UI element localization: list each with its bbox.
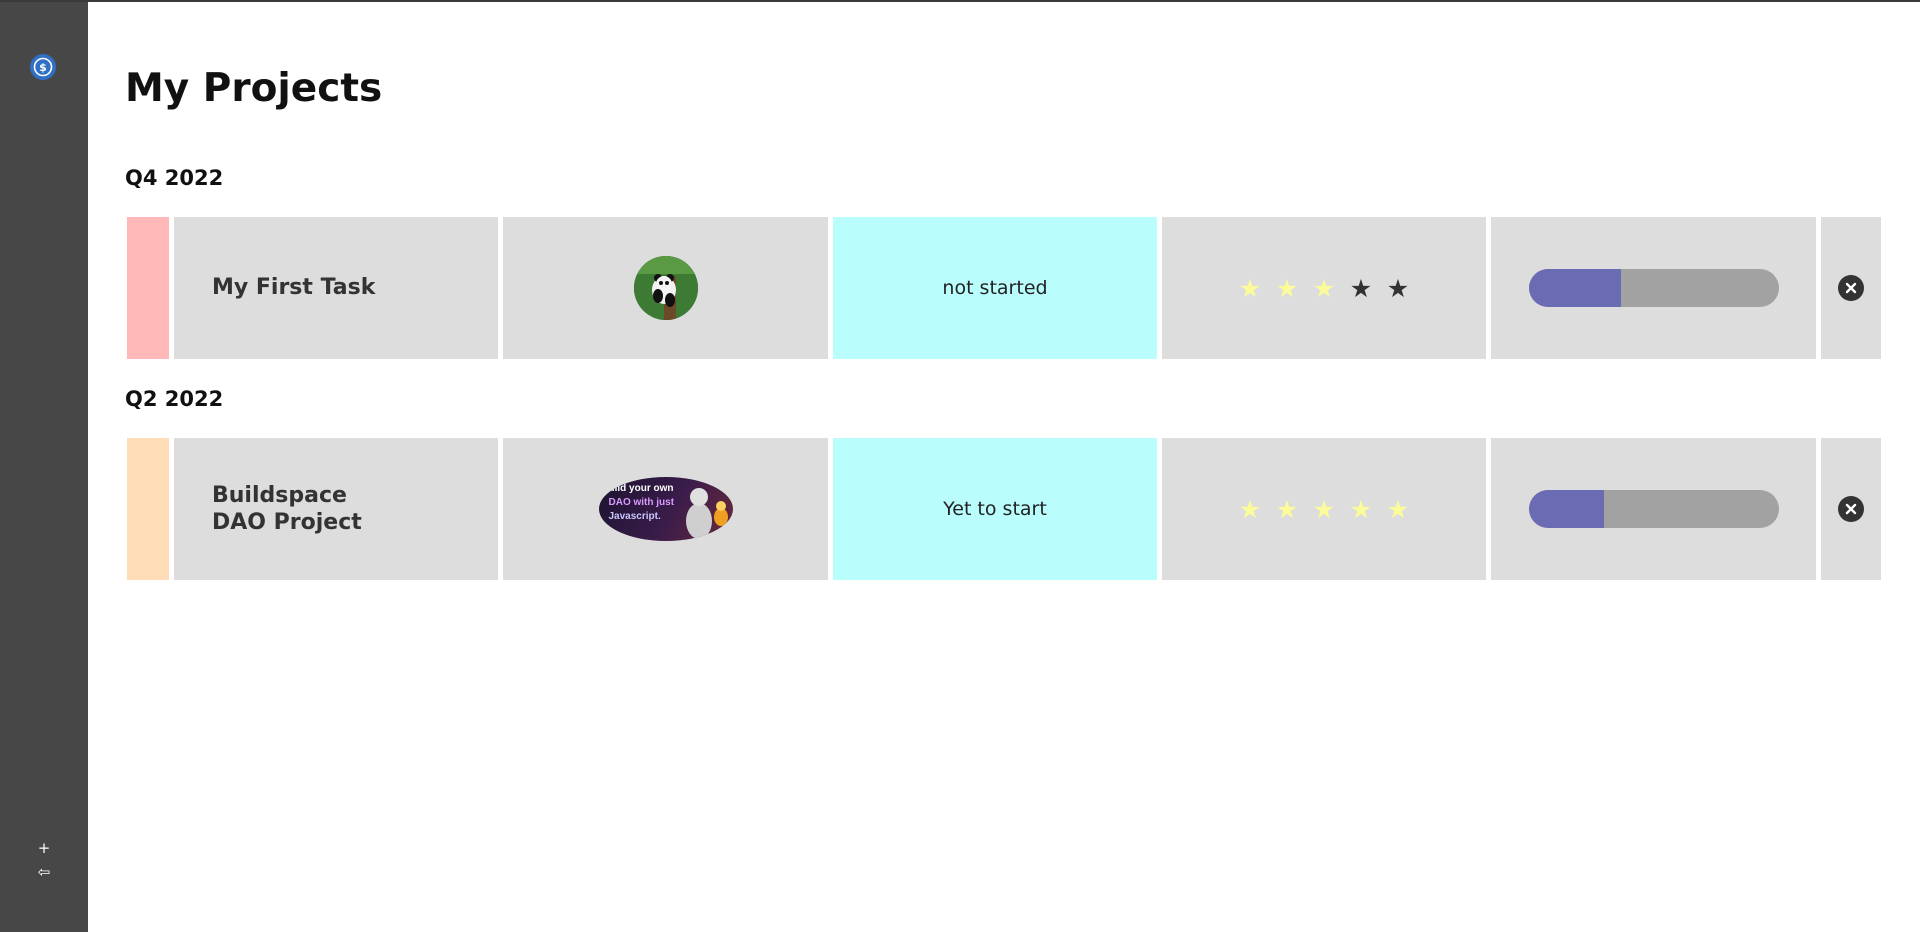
page-title: My Projects bbox=[125, 66, 383, 111]
star-filled-icon[interactable]: ★ bbox=[1350, 497, 1373, 522]
star-filled-icon[interactable]: ★ bbox=[1387, 497, 1410, 522]
progress-bar[interactable] bbox=[1528, 490, 1779, 528]
dao-mascot-illustration bbox=[685, 488, 728, 539]
progress-bar[interactable] bbox=[1528, 269, 1779, 307]
star-empty-icon[interactable]: ★ bbox=[1387, 276, 1410, 301]
project-name-cell[interactable]: My First Task bbox=[174, 217, 498, 359]
project-image bbox=[633, 256, 698, 320]
section-title: Q2 2022 bbox=[125, 387, 224, 411]
star-filled-icon[interactable]: ★ bbox=[1276, 497, 1299, 522]
plus-icon: + bbox=[37, 838, 51, 857]
arrow-left-icon: ⇦ bbox=[37, 862, 51, 881]
project-color-strip bbox=[127, 217, 169, 359]
panda-avatar bbox=[633, 256, 698, 320]
star-filled-icon[interactable]: ★ bbox=[1239, 497, 1262, 522]
project-status: not started bbox=[942, 277, 1048, 299]
close-icon bbox=[1838, 496, 1864, 522]
dao-banner-line: uild your own bbox=[608, 483, 674, 494]
svg-text:$: $ bbox=[39, 61, 47, 74]
star-empty-icon[interactable]: ★ bbox=[1350, 276, 1373, 301]
star-filled-icon[interactable]: ★ bbox=[1313, 497, 1336, 522]
star-filled-icon[interactable]: ★ bbox=[1276, 276, 1299, 301]
delete-project-button[interactable] bbox=[1821, 217, 1881, 359]
project-status-cell[interactable]: Yet to start bbox=[833, 438, 1157, 580]
star-filled-icon[interactable]: ★ bbox=[1239, 276, 1262, 301]
project-name: My First Task bbox=[212, 275, 376, 301]
main-content: My Projects Q4 2022 My First Task not st… bbox=[88, 2, 1920, 932]
project-name-cell[interactable]: Buildspace DAO Project bbox=[174, 438, 498, 580]
project-rating[interactable]: ★ ★ ★ ★ ★ bbox=[1162, 217, 1486, 359]
close-icon bbox=[1838, 275, 1864, 301]
project-image: uild your own DAO with just Javascript. bbox=[598, 477, 733, 541]
project-row: Buildspace DAO Project uild your own DAO… bbox=[127, 438, 1881, 580]
project-rating[interactable]: ★ ★ ★ ★ ★ bbox=[1162, 438, 1486, 580]
sidebar: $ + ⇦ bbox=[0, 2, 88, 932]
project-name: Buildspace DAO Project bbox=[212, 482, 362, 536]
delete-project-button[interactable] bbox=[1821, 438, 1881, 580]
project-image-cell bbox=[503, 217, 828, 359]
dollar-circle-icon[interactable]: $ bbox=[30, 54, 56, 80]
logout-button[interactable]: ⇦ bbox=[34, 862, 54, 882]
project-progress-cell bbox=[1491, 217, 1816, 359]
project-status: Yet to start bbox=[943, 498, 1047, 520]
add-project-button[interactable]: + bbox=[34, 838, 54, 858]
dao-banner-line: Javascript. bbox=[608, 511, 661, 522]
section-title: Q4 2022 bbox=[125, 166, 224, 190]
dao-banner-line: DAO with just bbox=[608, 497, 675, 508]
star-filled-icon[interactable]: ★ bbox=[1313, 276, 1336, 301]
project-row: My First Task not started ★ ★ ★ ★ ★ bbox=[127, 217, 1881, 359]
progress-fill bbox=[1528, 269, 1621, 307]
project-status-cell[interactable]: not started bbox=[833, 217, 1157, 359]
project-progress-cell bbox=[1491, 438, 1816, 580]
progress-fill bbox=[1528, 490, 1604, 528]
project-image-cell: uild your own DAO with just Javascript. bbox=[503, 438, 828, 580]
project-color-strip bbox=[127, 438, 169, 580]
